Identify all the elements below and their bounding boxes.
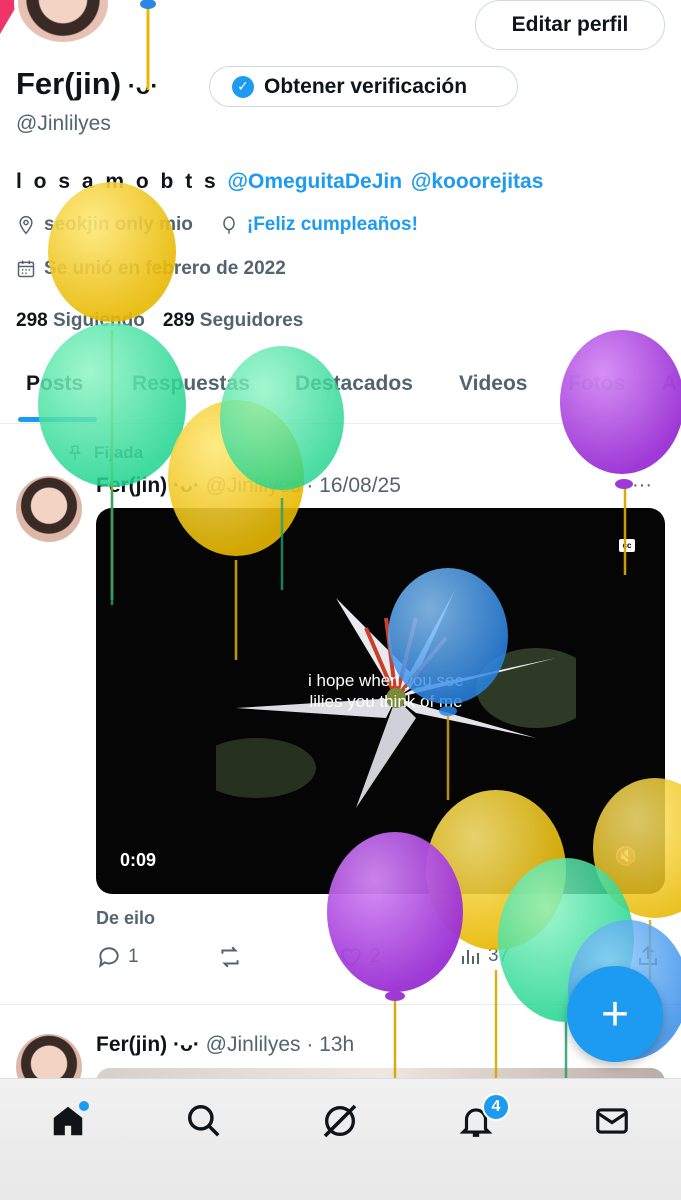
edit-profile-button[interactable]: Editar perfil <box>475 0 665 50</box>
reply-icon <box>98 947 119 968</box>
views-icon <box>462 950 479 964</box>
active-tab-indicator <box>18 417 97 422</box>
follow-stats: 298 Siguiendo 289 Seguidores <box>16 310 303 332</box>
bio-text: l o s a m o b t s <box>16 170 228 193</box>
tab-posts[interactable]: Posts <box>26 372 83 396</box>
verified-badge-icon: ✓ <box>232 75 254 98</box>
video-duration: 0:09 <box>120 850 157 870</box>
post-more-icon[interactable]: ··· <box>632 474 652 497</box>
profile-handle: @Jinlilyes <box>16 112 111 135</box>
share-icon <box>639 945 657 965</box>
compose-post-button[interactable]: + <box>567 966 663 1062</box>
views-button[interactable]: 37 <box>458 944 509 968</box>
profile-tabs: Posts Respuestas Destacados Videos Fotos… <box>0 358 681 424</box>
following-count: 298 <box>16 310 48 331</box>
bottom-navigation: 4 <box>0 1078 681 1200</box>
search-icon <box>188 1105 220 1137</box>
bio-mention-kooorejitas[interactable]: @kooorejitas <box>411 170 544 193</box>
post-video[interactable]: i hope when you see lilies you think of … <box>96 508 665 894</box>
following-label: Siguiendo <box>52 310 145 331</box>
repost-button[interactable] <box>216 944 244 970</box>
nav-grok[interactable] <box>318 1099 362 1143</box>
tab-fotos[interactable]: Fotos <box>568 372 625 396</box>
closed-captions-icon[interactable]: cc <box>619 539 635 552</box>
nav-home[interactable] <box>46 1099 90 1143</box>
followers-count: 289 <box>162 310 195 331</box>
pin-icon <box>68 445 82 460</box>
notifications-badge: 4 <box>482 1093 510 1121</box>
tab-respuestas[interactable]: Respuestas <box>132 372 250 396</box>
mute-icon[interactable]: 🔇 <box>615 846 637 867</box>
pinned-label: Fijada <box>94 443 144 462</box>
post2-handle-date: @Jinlilyes · 13h <box>205 1033 355 1056</box>
nav-search[interactable] <box>182 1099 226 1143</box>
profile-name-emoji: ·ᴗ· <box>121 73 159 100</box>
post2-author-name[interactable]: Fer(jin) <box>96 1033 167 1056</box>
tab-more[interactable]: A <box>662 372 677 396</box>
following-link[interactable]: 298 Siguiendo <box>16 310 145 332</box>
post2-author-emoji: ·ᴗ· <box>167 1033 200 1056</box>
profile-meta-row-1: seokjin only mio ¡Feliz cumpleaños! <box>16 214 418 236</box>
video-caption: i hope when you see lilies you think of … <box>308 671 464 711</box>
like-count: 2 <box>370 946 381 967</box>
post-handle-date: @Jinlilyes · 16/08/25 <box>205 474 401 497</box>
get-verified-label: Obtener verificación <box>264 74 468 98</box>
plus-icon: + <box>600 987 630 1041</box>
profile-bio: l o s a m o b t s @OmeguitaDeJin @kooore… <box>16 170 543 194</box>
post-author-name[interactable]: Fer(jin) <box>96 474 167 497</box>
profile-name-text: Fer(jin) <box>16 66 122 101</box>
reply-count: 1 <box>128 946 139 967</box>
view-count: 37 <box>488 945 510 966</box>
profile-meta-row-2: Se unió en febrero de 2022 <box>16 258 286 280</box>
balloon-icon <box>223 216 235 234</box>
profile-location: seokjin only mio <box>44 214 193 235</box>
location-icon <box>19 215 33 235</box>
followers-link[interactable]: 289 Seguidores <box>163 310 303 332</box>
birthday-link[interactable]: ¡Feliz cumpleaños! <box>247 214 418 236</box>
profile-name: Fer(jin) ·ᴗ· <box>16 66 158 102</box>
get-verified-button[interactable]: ✓ Obtener verificación <box>209 66 518 107</box>
repost-icon <box>221 946 239 968</box>
bio-mention-omeguitadejin[interactable]: @OmeguitaDeJin <box>228 170 403 193</box>
tab-videos[interactable]: Videos <box>459 372 527 396</box>
followers-label: Seguidores <box>199 310 304 331</box>
like-button[interactable]: 2 <box>338 944 381 970</box>
home-unread-dot <box>79 1101 89 1111</box>
calendar-icon <box>17 260 35 278</box>
pinned-indicator: Fijada <box>66 443 143 463</box>
heart-icon <box>341 947 361 967</box>
profile-avatar[interactable] <box>14 0 112 46</box>
nav-messages[interactable] <box>590 1099 634 1143</box>
nav-notifications[interactable]: 4 <box>454 1093 510 1143</box>
grok-icon <box>323 1104 357 1138</box>
share-button[interactable] <box>636 944 660 968</box>
post-author-emoji: ·ᴗ· <box>167 474 200 497</box>
reply-button[interactable]: 1 <box>96 944 139 970</box>
post2-header: Fer(jin) ·ᴗ· @Jinlilyes · 13h <box>96 1033 354 1057</box>
post-header: Fer(jin) ·ᴗ· @Jinlilyes · 16/08/25 <box>96 474 401 498</box>
tab-destacados[interactable]: Destacados <box>295 372 413 396</box>
profile-joined-date: Se unió en febrero de 2022 <box>44 258 286 279</box>
post-author-avatar[interactable] <box>16 476 82 542</box>
post-from-label: De eilo <box>96 908 156 928</box>
mail-icon <box>596 1108 628 1134</box>
